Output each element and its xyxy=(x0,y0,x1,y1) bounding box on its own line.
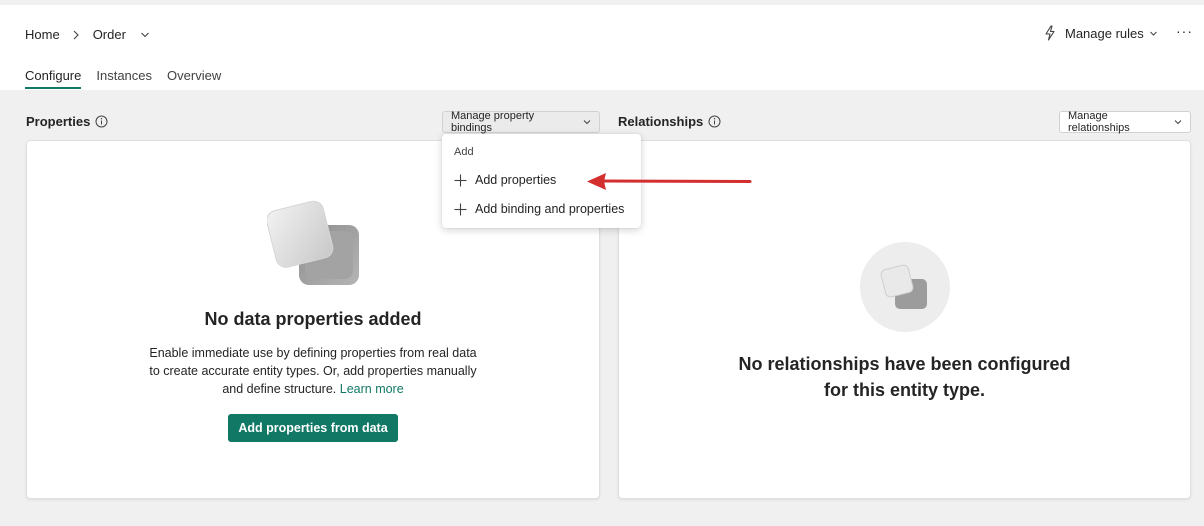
description-line-text: and define structure. xyxy=(222,382,340,396)
relationships-section-title: Relationships xyxy=(618,114,721,129)
menu-item-add-properties[interactable]: Add properties xyxy=(454,173,556,187)
manage-relationships-button[interactable]: Manage relationships xyxy=(1059,110,1191,134)
description-line: to create accurate entity types. Or, add… xyxy=(149,364,477,378)
relationships-empty-title: No relationships have been configured fo… xyxy=(619,351,1190,403)
chevron-right-icon xyxy=(72,30,80,40)
chevron-down-icon[interactable] xyxy=(140,31,150,39)
info-icon[interactable] xyxy=(708,115,721,128)
tab-instances[interactable]: Instances xyxy=(96,68,152,89)
properties-empty-title: No data properties added xyxy=(204,309,422,329)
menu-header: Add xyxy=(454,146,474,158)
properties-title: Properties xyxy=(26,114,91,129)
plus-icon xyxy=(454,174,467,187)
breadcrumb-current[interactable]: Order xyxy=(93,27,126,42)
properties-section-title: Properties xyxy=(26,114,108,129)
empty-shapes-icon xyxy=(859,241,951,338)
chevron-down-icon xyxy=(1149,30,1158,37)
chevron-down-icon xyxy=(583,119,591,125)
breadcrumb-home[interactable]: Home xyxy=(25,27,60,42)
flash-icon xyxy=(1043,25,1057,41)
chevron-down-icon xyxy=(1174,119,1182,125)
learn-more-link[interactable]: Learn more xyxy=(340,382,404,396)
tab-overview[interactable]: Overview xyxy=(167,68,221,89)
info-icon[interactable] xyxy=(95,115,108,128)
description-line: Enable immediate use by defining propert… xyxy=(149,346,477,360)
tab-bar: Configure Instances Overview xyxy=(25,68,236,89)
relationships-title: Relationships xyxy=(618,114,704,129)
manage-property-bindings-label: Manage property bindings xyxy=(451,110,535,134)
relationships-empty-line: for this entity type. xyxy=(823,380,985,400)
menu-item-add-binding-and-properties[interactable]: Add binding and properties xyxy=(454,202,624,216)
menu-item-label: Add properties xyxy=(475,173,557,187)
page-header: Home Order Configure Instances Overview … xyxy=(0,5,1204,90)
description-line: and define structure. Learn more xyxy=(27,380,599,398)
arrow-annotation-icon xyxy=(587,173,752,190)
properties-empty-description: Enable immediate use by defining propert… xyxy=(27,344,599,398)
menu-item-label: Add binding and properties xyxy=(475,202,625,216)
manage-rules-button[interactable]: Manage rules xyxy=(1043,25,1158,41)
manage-rules-label: Manage rules xyxy=(1065,25,1144,41)
add-properties-from-data-button[interactable]: Add properties from data xyxy=(228,414,398,442)
plus-icon xyxy=(454,203,467,216)
empty-shapes-icon xyxy=(266,199,363,296)
relationships-empty-line: No relationships have been configured xyxy=(738,354,1071,374)
breadcrumb: Home Order xyxy=(25,27,150,42)
more-options-button[interactable]: ··· xyxy=(1176,23,1193,39)
manage-property-bindings-button[interactable]: Manage property bindings xyxy=(442,110,600,134)
tab-configure[interactable]: Configure xyxy=(25,68,82,89)
manage-relationships-label: Manage relationships xyxy=(1068,110,1130,134)
